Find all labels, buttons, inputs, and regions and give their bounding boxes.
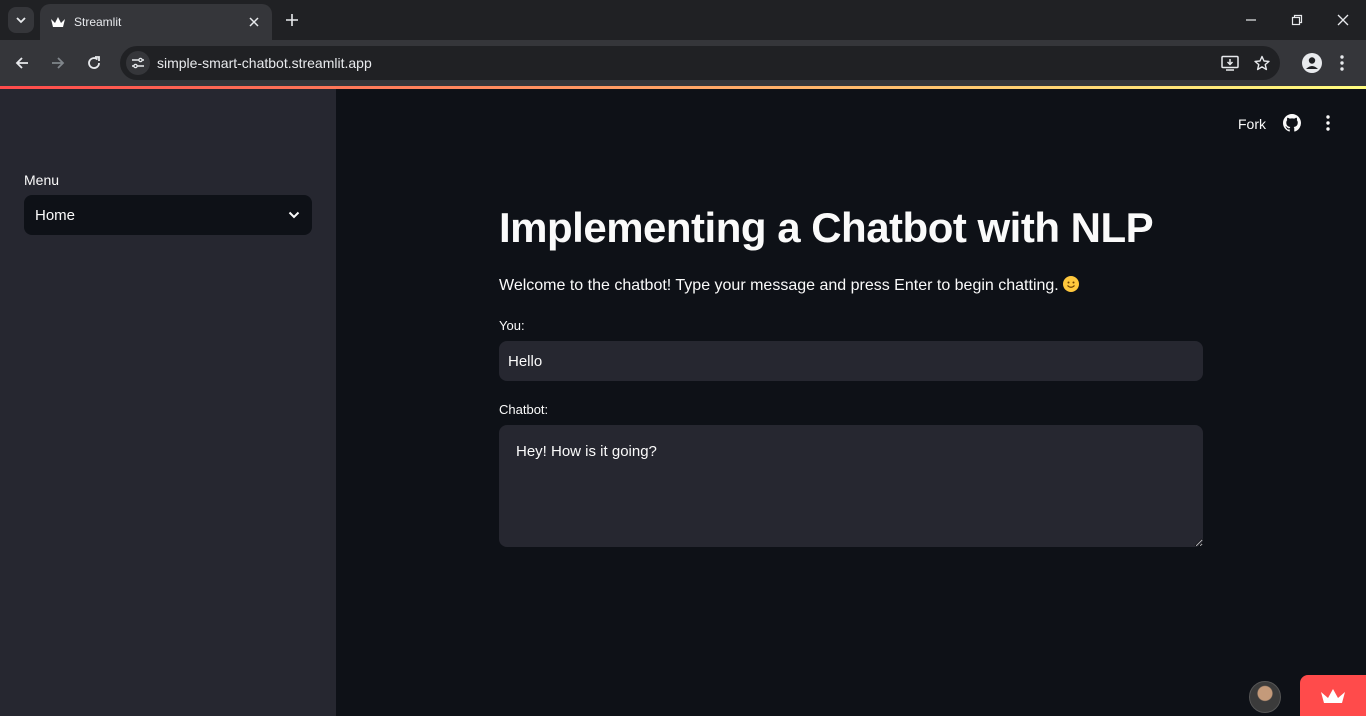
github-button[interactable] <box>1282 113 1302 133</box>
fork-button[interactable]: Fork <box>1238 116 1266 132</box>
install-app-icon <box>1221 55 1239 71</box>
chatbot-label: Chatbot: <box>499 402 549 417</box>
tab-search-button[interactable] <box>8 7 34 33</box>
close-icon <box>1337 14 1349 26</box>
close-window-button[interactable] <box>1320 0 1366 40</box>
browser-tab[interactable]: Streamlit <box>40 4 272 40</box>
chatbot-response-textarea[interactable]: Hey! How is it going? <box>499 425 1203 547</box>
streamlit-crown-icon <box>50 14 66 30</box>
reload-button[interactable] <box>82 51 106 75</box>
chevron-down-icon <box>288 211 300 219</box>
welcome-message: Welcome to the chatbot! Type your messag… <box>499 277 1059 294</box>
sidebar: Menu Home <box>0 89 336 716</box>
window-controls <box>1228 0 1366 40</box>
you-label: You: <box>499 318 525 333</box>
arrow-left-icon <box>15 57 28 69</box>
tab-title: Streamlit <box>74 15 122 29</box>
menu-selectbox[interactable]: Home <box>24 195 312 235</box>
person-icon <box>1302 53 1322 73</box>
page-title: Implementing a Chatbot with NLP <box>499 204 1154 251</box>
back-button[interactable] <box>10 51 34 75</box>
app-menu-button[interactable] <box>1318 113 1338 133</box>
you-input[interactable] <box>499 341 1203 381</box>
url-text[interactable]: simple-smart-chatbot.streamlit.app <box>157 55 372 71</box>
avatar[interactable] <box>1249 681 1281 713</box>
bookmark-button[interactable] <box>1252 53 1272 73</box>
more-vertical-icon <box>1326 115 1330 131</box>
more-vertical-icon <box>1340 55 1344 71</box>
github-icon <box>1283 114 1301 132</box>
new-tab-button[interactable] <box>280 8 304 32</box>
forward-button[interactable] <box>46 51 70 75</box>
install-app-button[interactable] <box>1220 53 1240 73</box>
menu-select-value: Home <box>35 206 76 224</box>
welcome-text: Welcome to the chatbot! Type your messag… <box>499 276 1079 295</box>
main-content: Fork Implementing a Chatbot with NLP Wel… <box>336 89 1366 716</box>
profile-button[interactable] <box>1300 51 1324 75</box>
browser-tab-bar: Streamlit <box>0 0 1366 40</box>
site-info-button[interactable] <box>126 51 150 75</box>
minimize-button[interactable] <box>1228 0 1274 40</box>
close-icon[interactable] <box>246 14 262 30</box>
plus-icon <box>286 14 298 26</box>
streamlit-badge[interactable] <box>1300 675 1366 716</box>
arrow-right-icon <box>52 57 65 69</box>
menu-label: Menu <box>24 172 60 188</box>
address-bar[interactable]: simple-smart-chatbot.streamlit.app <box>120 46 1280 80</box>
minimize-icon <box>1246 19 1256 21</box>
restore-icon <box>1291 14 1303 26</box>
star-icon <box>1254 55 1270 71</box>
restore-button[interactable] <box>1274 0 1320 40</box>
chevron-down-icon <box>16 17 26 24</box>
browser-toolbar: simple-smart-chatbot.streamlit.app <box>0 40 1366 86</box>
browser-menu-button[interactable] <box>1334 51 1350 75</box>
streamlit-crown-icon <box>1321 688 1345 703</box>
tune-icon <box>132 57 144 69</box>
smiling-face-emoji-icon <box>1062 276 1079 292</box>
reload-icon <box>88 56 100 69</box>
